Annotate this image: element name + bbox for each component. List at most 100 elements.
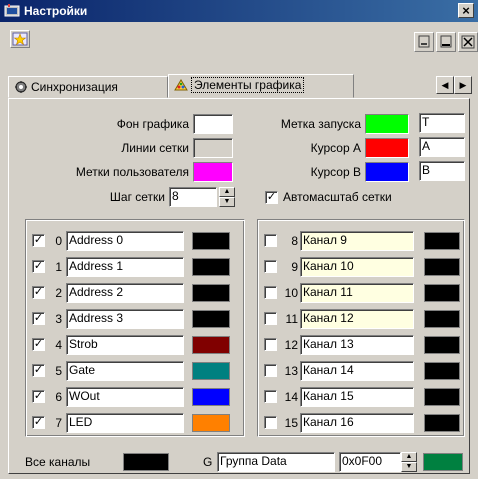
background-color-swatch[interactable] xyxy=(193,114,233,134)
channel-name-input[interactable]: Address 3 xyxy=(66,309,184,329)
channel-name-input[interactable]: Канал 13 xyxy=(300,335,414,355)
window-restore-icon xyxy=(418,35,430,48)
grid-step-label: Шаг сетки xyxy=(109,190,165,204)
close-button[interactable]: × xyxy=(458,3,474,18)
minimize-icon xyxy=(440,35,452,48)
channel-color-swatch[interactable] xyxy=(192,258,230,276)
channel-row: 15 Канал 16 xyxy=(258,412,464,434)
trigger-mark-color-swatch[interactable] xyxy=(365,114,409,134)
channel-number: 4 xyxy=(55,338,62,352)
channel-name-input[interactable]: WOut xyxy=(66,387,184,407)
channel-row: ✓ 3 Address 3 xyxy=(26,308,244,330)
channel-name-input[interactable]: Address 2 xyxy=(66,283,184,303)
channel-checkbox[interactable]: ✓ xyxy=(32,260,45,273)
all-channels-color-swatch[interactable] xyxy=(123,453,169,471)
user-marks-label: Метки пользователя xyxy=(75,165,189,179)
cursor-a-color-swatch[interactable] xyxy=(365,138,409,158)
channel-number: 6 xyxy=(55,390,62,404)
close-panel-button[interactable] xyxy=(458,32,478,52)
grid-lines-label: Линии сетки xyxy=(121,141,189,155)
channel-checkbox[interactable]: ✓ xyxy=(32,234,45,247)
channel-color-swatch[interactable] xyxy=(424,336,460,354)
favorite-button[interactable] xyxy=(10,30,30,48)
channel-name-input[interactable]: Канал 10 xyxy=(300,257,414,277)
trigger-mark-input[interactable]: T xyxy=(419,113,465,133)
channel-name-input[interactable]: Strob xyxy=(66,335,184,355)
channel-number: 3 xyxy=(55,312,62,326)
channel-name-input[interactable]: Address 1 xyxy=(66,257,184,277)
channel-row: ✓ 7 LED xyxy=(26,412,244,434)
tab-scroll-left-button[interactable]: ◀ xyxy=(436,76,454,94)
channel-row: ✓ 2 Address 2 xyxy=(26,282,244,304)
channel-number: 10 xyxy=(284,286,298,300)
background-label: Фон графика xyxy=(116,117,189,131)
channel-color-swatch[interactable] xyxy=(192,388,230,406)
channel-color-swatch[interactable] xyxy=(192,310,230,328)
group-mask-spinner[interactable]: ▲ ▼ xyxy=(401,452,417,472)
channel-checkbox[interactable]: ✓ xyxy=(32,312,45,325)
channel-checkbox[interactable]: ✓ xyxy=(32,390,45,403)
channels-group-left: ✓ 0 Address 0 ✓ 1 Address 1 ✓ 2 Address 2 ✓ 3 Addre… xyxy=(25,219,245,437)
group-prefix: G xyxy=(203,455,213,469)
channel-color-swatch[interactable] xyxy=(424,258,460,276)
channel-name-input[interactable]: Канал 15 xyxy=(300,387,414,407)
channel-name-input[interactable]: Канал 16 xyxy=(300,413,414,433)
channel-checkbox[interactable]: ✓ xyxy=(32,416,45,429)
channel-checkbox[interactable]: ✓ xyxy=(32,338,45,351)
minimize-button[interactable] xyxy=(436,32,456,52)
channel-name-input[interactable]: Канал 14 xyxy=(300,361,414,381)
channel-name-input[interactable]: Канал 9 xyxy=(300,231,414,251)
channel-color-swatch[interactable] xyxy=(192,362,230,380)
cursor-b-color-swatch[interactable] xyxy=(365,162,409,182)
channel-color-swatch[interactable] xyxy=(424,388,460,406)
channel-checkbox[interactable]: ✓ xyxy=(32,364,45,377)
window-title: Настройки xyxy=(24,4,88,18)
user-marks-color-swatch[interactable] xyxy=(193,162,233,182)
spin-up-icon[interactable]: ▲ xyxy=(219,187,235,197)
tab-strip: Синхронизация Элементы графика ◀ ▶ xyxy=(8,74,472,98)
channel-color-swatch[interactable] xyxy=(192,336,230,354)
star-icon xyxy=(12,32,28,46)
channel-color-swatch[interactable] xyxy=(192,414,230,432)
toolbar xyxy=(0,22,478,70)
group-mask-input[interactable]: 0x0F00 xyxy=(339,452,401,472)
channel-color-swatch[interactable] xyxy=(424,362,460,380)
tab-chart-elements[interactable]: Элементы графика xyxy=(168,74,354,98)
channel-name-input[interactable]: Канал 12 xyxy=(300,309,414,329)
channel-checkbox[interactable]: ✓ xyxy=(32,286,45,299)
cursor-b-input[interactable]: B xyxy=(419,161,465,181)
channel-name-input[interactable]: Канал 11 xyxy=(300,283,414,303)
channel-name-input[interactable]: Address 0 xyxy=(66,231,184,251)
channel-color-swatch[interactable] xyxy=(424,232,460,250)
autoscale-checkbox[interactable]: ✓ xyxy=(265,191,278,204)
spin-down-icon[interactable]: ▼ xyxy=(401,462,417,472)
grid-lines-color-swatch[interactable] xyxy=(193,138,233,158)
cursor-a-input[interactable]: A xyxy=(419,137,465,157)
grid-step-spinner[interactable]: ▲ ▼ xyxy=(219,187,235,207)
spin-up-icon[interactable]: ▲ xyxy=(401,452,417,462)
tab-chart-elements-label: Элементы графика xyxy=(191,77,305,93)
channel-color-swatch[interactable] xyxy=(424,284,460,302)
channel-color-swatch[interactable] xyxy=(424,414,460,432)
grid-step-input[interactable]: 8 xyxy=(169,187,217,207)
channel-color-swatch[interactable] xyxy=(192,284,230,302)
channel-number: 11 xyxy=(285,312,298,326)
channel-row: 14 Канал 15 xyxy=(258,386,464,408)
tab-synchronization-label: Синхронизация xyxy=(31,80,118,94)
group-name-input[interactable]: Группа Data xyxy=(217,452,335,472)
spin-down-icon[interactable]: ▼ xyxy=(219,197,235,207)
tab-synchronization[interactable]: Синхронизация xyxy=(8,76,168,98)
channel-name-input[interactable]: LED xyxy=(66,413,184,433)
sync-icon xyxy=(15,81,27,93)
group-color-swatch[interactable] xyxy=(423,453,463,471)
all-channels-label: Все каналы xyxy=(25,455,91,469)
channel-name-input[interactable]: Gate xyxy=(66,361,184,381)
channel-color-swatch[interactable] xyxy=(424,310,460,328)
channel-row: 12 Канал 13 xyxy=(258,334,464,356)
tab-scroll-right-button[interactable]: ▶ xyxy=(454,76,472,94)
channel-row: ✓ 0 Address 0 xyxy=(26,230,244,252)
restore-window-button[interactable] xyxy=(414,32,434,52)
channel-row: ✓ 1 Address 1 xyxy=(26,256,244,278)
channel-number: 9 xyxy=(291,260,298,274)
channel-color-swatch[interactable] xyxy=(192,232,230,250)
